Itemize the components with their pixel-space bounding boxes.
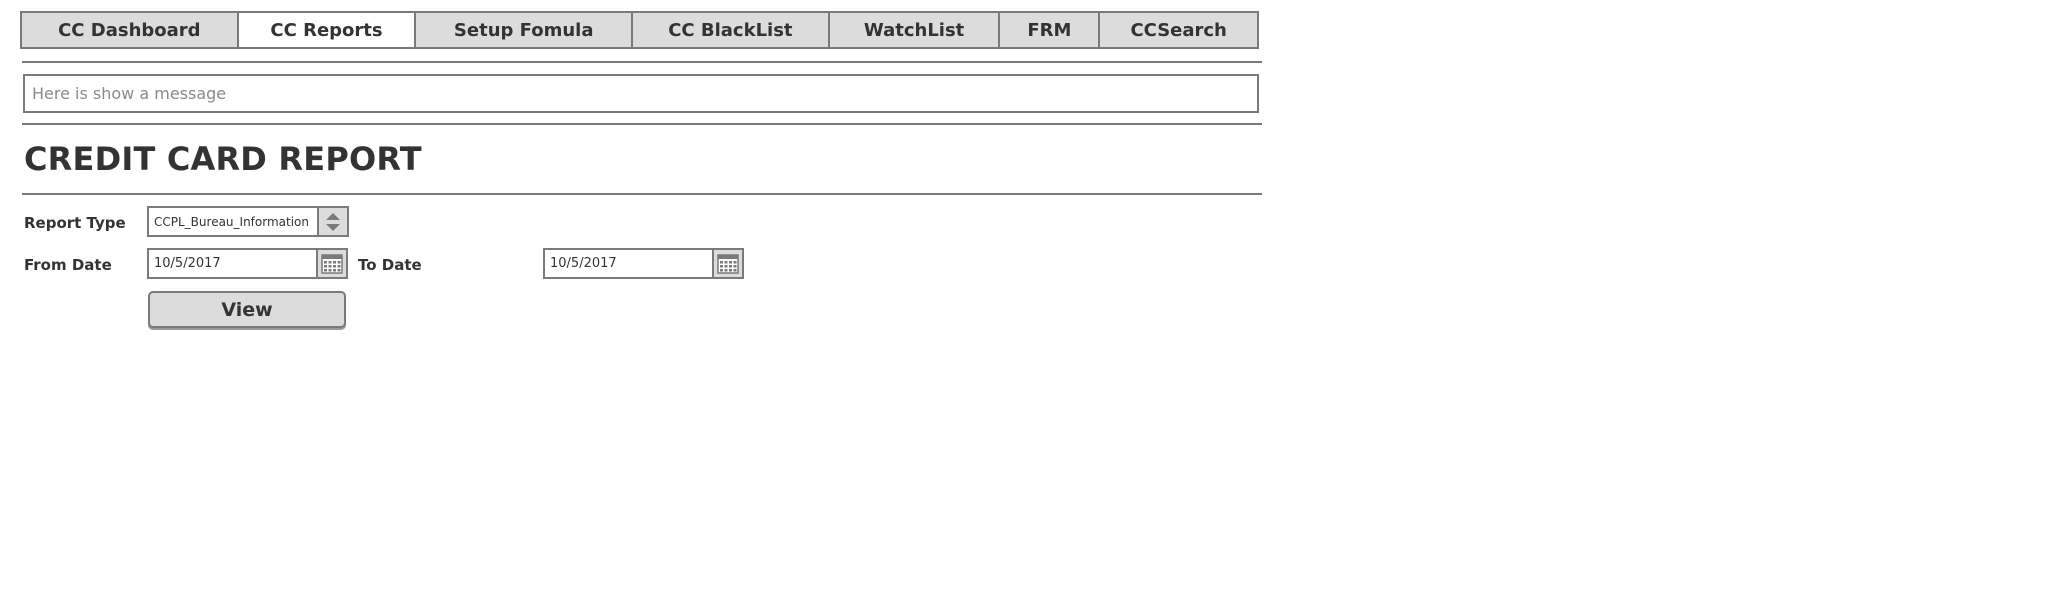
nav-tabs: CC Dashboard CC Reports Setup Fomula CC … bbox=[20, 11, 1259, 49]
tab-cc-reports[interactable]: CC Reports bbox=[238, 13, 417, 47]
page-title: CREDIT CARD REPORT bbox=[24, 140, 422, 178]
report-type-value: CCPL_Bureau_Information bbox=[154, 214, 309, 229]
tab-ccsearch[interactable]: CCSearch bbox=[1100, 13, 1258, 47]
divider-message bbox=[22, 123, 1262, 125]
up-down-arrows-icon[interactable] bbox=[317, 208, 347, 235]
to-date-field[interactable]: 10/5/2017 bbox=[543, 248, 744, 279]
to-date-value: 10/5/2017 bbox=[550, 256, 617, 271]
tab-cc-blacklist[interactable]: CC BlackList bbox=[633, 13, 830, 47]
tab-cc-dashboard[interactable]: CC Dashboard bbox=[22, 13, 239, 47]
message-text: Here is show a message bbox=[32, 84, 227, 103]
from-date-value: 10/5/2017 bbox=[154, 256, 221, 271]
divider-top bbox=[22, 61, 1262, 63]
report-type-select[interactable]: CCPL_Bureau_Information bbox=[147, 206, 349, 237]
tab-frm[interactable]: FRM bbox=[1000, 13, 1101, 47]
from-date-field[interactable]: 10/5/2017 bbox=[147, 248, 348, 279]
calendar-icon[interactable] bbox=[712, 250, 742, 277]
calendar-icon[interactable] bbox=[316, 250, 346, 277]
tab-setup-formula[interactable]: Setup Fomula bbox=[416, 13, 634, 47]
report-type-label: Report Type bbox=[24, 214, 126, 232]
message-bar: Here is show a message bbox=[23, 74, 1259, 113]
divider-title bbox=[22, 193, 1262, 195]
tab-watchlist[interactable]: WatchList bbox=[829, 13, 1001, 47]
to-date-label: To Date bbox=[358, 256, 422, 274]
from-date-label: From Date bbox=[24, 256, 112, 274]
view-button[interactable]: View bbox=[148, 291, 346, 328]
